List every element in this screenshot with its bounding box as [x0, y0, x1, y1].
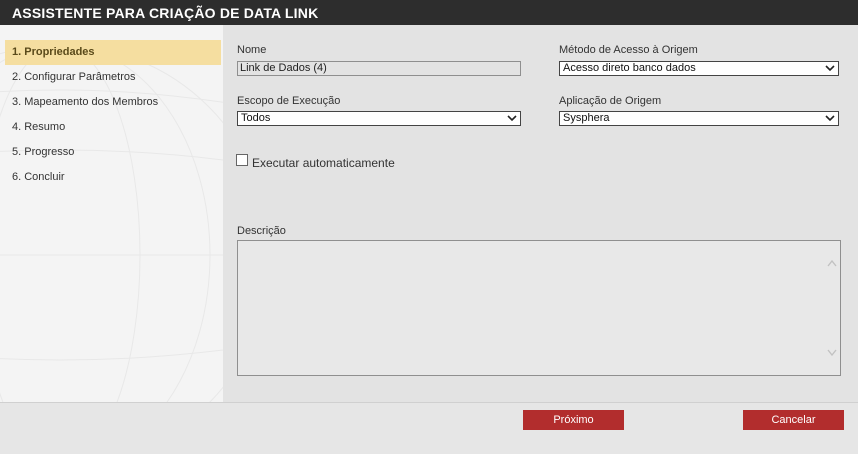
source-app-label: Aplicação de Origem [559, 95, 662, 107]
step-mapeamento-membros[interactable]: 3. Mapeamento dos Membros [5, 90, 221, 115]
chevron-down-icon [825, 65, 835, 72]
cancel-button[interactable]: Cancelar [743, 410, 844, 430]
wizard-steps-sidebar: 1. Propriedades 2. Configurar Parâmetros… [0, 25, 223, 402]
next-button[interactable]: Próximo [523, 410, 624, 430]
description-scrollbar[interactable] [824, 241, 840, 375]
execution-scope-label: Escopo de Execução [237, 95, 341, 107]
step-resumo[interactable]: 4. Resumo [5, 115, 221, 140]
description-value [238, 241, 840, 247]
window-title: ASSISTENTE PARA CRIAÇÃO DE DATA LINK [0, 0, 858, 25]
chevron-down-icon [825, 115, 835, 122]
access-method-select[interactable]: Acesso direto banco dados [559, 61, 839, 76]
description-textarea[interactable] [237, 240, 841, 376]
chevron-down-icon [507, 115, 517, 122]
auto-run-checkbox[interactable] [236, 154, 248, 166]
wizard-footer: Próximo Cancelar [0, 402, 858, 454]
step-configurar-parametros[interactable]: 2. Configurar Parâmetros [5, 65, 221, 90]
source-app-value: Sysphera [563, 112, 610, 124]
access-method-value: Acesso direto banco dados [563, 62, 696, 74]
step-progresso[interactable]: 5. Progresso [5, 140, 221, 165]
access-method-label: Método de Acesso à Origem [559, 44, 698, 56]
description-label: Descrição [237, 225, 286, 237]
execution-scope-select[interactable]: Todos [237, 111, 521, 126]
execution-scope-value: Todos [241, 112, 271, 124]
name-field[interactable]: Link de Dados (4) [237, 61, 521, 76]
step-propriedades[interactable]: 1. Propriedades [5, 40, 221, 65]
name-label: Nome [237, 44, 267, 56]
source-app-select[interactable]: Sysphera [559, 111, 839, 126]
step-concluir[interactable]: 6. Concluir [5, 165, 221, 190]
auto-run-label: Executar automaticamente [252, 156, 395, 170]
properties-panel: Nome Link de Dados (4) Método de Acesso … [223, 25, 858, 402]
